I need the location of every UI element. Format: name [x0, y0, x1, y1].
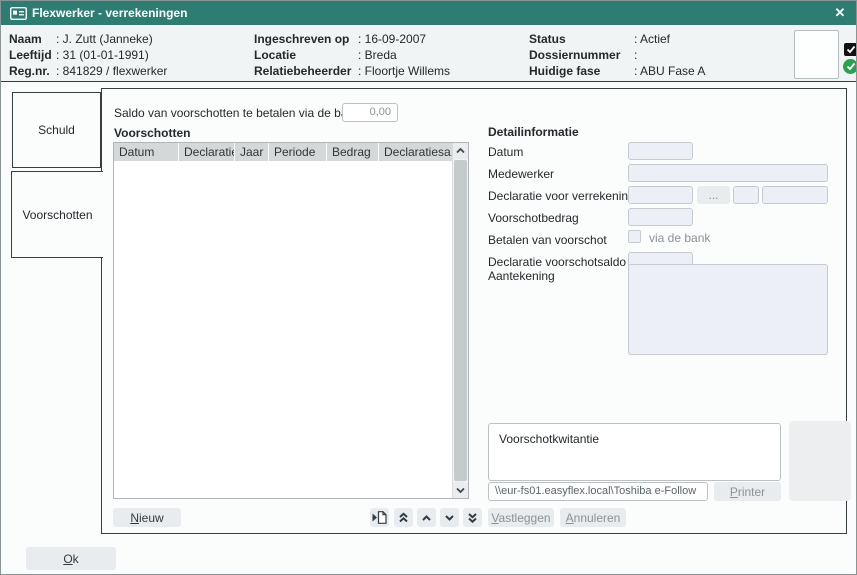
field-value: : J. Zutt (Janneke): [56, 32, 153, 46]
status-ok-icon: [843, 59, 857, 74]
voorschotbedrag-label: Voorschotbedrag: [488, 211, 579, 225]
saldo-value: 0,00: [370, 106, 391, 118]
annuleren-label: Annuleren: [566, 511, 621, 525]
aantekening-textarea[interactable]: [628, 264, 828, 355]
medewerker-input[interactable]: [628, 164, 828, 182]
declaratie-lookup-button[interactable]: ...: [697, 186, 730, 204]
declaratie-periode-input[interactable]: [762, 186, 828, 204]
column-header[interactable]: Jaar: [235, 143, 269, 161]
move-up-icon[interactable]: [417, 508, 436, 527]
declaratie-input[interactable]: [628, 186, 693, 204]
field-value: : 841829 / flexwerker: [56, 64, 167, 78]
ok-label: Ok: [63, 552, 78, 566]
photo-placeholder: [794, 30, 839, 79]
printer-button-label: Printer: [730, 485, 765, 499]
field-label: Reg.nr.: [9, 64, 50, 78]
column-header[interactable]: Declaratie: [179, 143, 235, 161]
field-value: : Actief: [634, 32, 670, 46]
field-label: Status: [529, 32, 566, 46]
field-value: :: [634, 48, 637, 62]
declaratie-verrekening-label: Declaratie voor verrekening: [488, 189, 635, 203]
close-icon[interactable]: ✕: [831, 1, 849, 25]
voorschotbedrag-input[interactable]: [628, 208, 693, 226]
field-value: : 31 (01-01-1991): [56, 48, 149, 62]
declaratie-jaar-input[interactable]: [733, 186, 759, 204]
via-de-bank-checkbox[interactable]: [628, 230, 641, 243]
move-top-icon[interactable]: [394, 508, 413, 527]
column-header[interactable]: Datum: [114, 143, 179, 161]
output-options-panel: [789, 421, 851, 501]
saldo-label: Saldo van voorschotten te betalen via de…: [114, 106, 360, 120]
window-title: Flexwerker - verrekeningen: [32, 1, 187, 25]
tab-voorschotten[interactable]: Voorschotten: [11, 171, 103, 258]
tab-schuld[interactable]: Schuld: [12, 92, 101, 168]
detail-title: Detailinformatie: [488, 125, 579, 139]
field-value: : Floortje Willems: [358, 64, 450, 78]
annuleren-button[interactable]: Annuleren: [560, 508, 626, 527]
table-scrollbar[interactable]: [452, 143, 468, 498]
document-name: Voorschotkwitantie: [499, 432, 599, 446]
title-bar: Flexwerker - verrekeningen ✕: [1, 1, 856, 25]
field-label: Huidige fase: [529, 64, 600, 78]
scroll-up-icon[interactable]: [453, 143, 468, 159]
datum-input[interactable]: [628, 142, 693, 160]
field-label: Relatiebeheerder: [254, 64, 351, 78]
nieuw-button-label: Nieuw: [130, 511, 163, 525]
datum-label: Datum: [488, 145, 523, 159]
aantekening-label: Aantekening: [488, 269, 555, 283]
tab-label: Voorschotten: [22, 208, 92, 222]
medewerker-label: Medewerker: [488, 167, 554, 181]
vastleggen-button[interactable]: Vastleggen: [488, 508, 554, 527]
move-down-icon[interactable]: [440, 508, 459, 527]
via-de-bank-label: via de bank: [649, 231, 710, 245]
column-header[interactable]: Bedrag: [327, 143, 379, 161]
scrollbar-thumb[interactable]: [454, 160, 467, 481]
field-label: Naam: [9, 32, 42, 46]
printer-button[interactable]: Printer: [714, 482, 781, 501]
ok-button[interactable]: Ok: [26, 547, 116, 570]
field-label: Leeftijd: [9, 48, 52, 62]
printer-path: \\eur-fs01.easyflex.local\Toshiba e-Foll…: [495, 485, 696, 497]
move-bottom-icon[interactable]: [463, 508, 482, 527]
column-header[interactable]: Periode: [269, 143, 327, 161]
field-label: Ingeschreven op: [254, 32, 349, 46]
document-list[interactable]: Voorschotkwitantie: [488, 423, 781, 481]
ellipsis-label: ...: [708, 188, 718, 202]
table-header-row: Datum Declaratie Jaar Periode Bedrag Dec…: [114, 143, 452, 161]
voorschotten-table[interactable]: Datum Declaratie Jaar Periode Bedrag Dec…: [113, 142, 469, 499]
tab-label: Schuld: [38, 123, 75, 137]
checked-checkbox-icon[interactable]: [844, 43, 857, 56]
printer-path-field: \\eur-fs01.easyflex.local\Toshiba e-Foll…: [488, 482, 708, 501]
flexwerker-verrekeningen-window: Flexwerker - verrekeningen ✕ Naam : J. Z…: [0, 0, 857, 575]
contact-card-icon: [10, 7, 27, 23]
saldo-input[interactable]: 0,00: [342, 103, 398, 122]
goto-record-icon[interactable]: [370, 508, 389, 527]
column-header[interactable]: Declaratiesa...: [379, 143, 452, 161]
field-value: : 16-09-2007: [358, 32, 426, 46]
nieuw-button[interactable]: Nieuw: [113, 508, 181, 527]
vastleggen-label: Vastleggen: [491, 511, 550, 525]
field-label: Dossiernummer: [529, 48, 620, 62]
betalen-voorschot-label: Betalen van voorschot: [488, 233, 607, 247]
flexwerker-info-header: Naam : J. Zutt (Janneke) Leeftijd : 31 (…: [1, 25, 856, 82]
scroll-down-icon[interactable]: [453, 482, 468, 498]
table-title: Voorschotten: [114, 126, 190, 140]
declaratie-voorschotsaldo-label: Declaratie voorschotsaldo: [488, 255, 626, 269]
field-label: Locatie: [254, 48, 296, 62]
field-value: : Breda: [358, 48, 397, 62]
field-value: : ABU Fase A: [634, 64, 705, 78]
